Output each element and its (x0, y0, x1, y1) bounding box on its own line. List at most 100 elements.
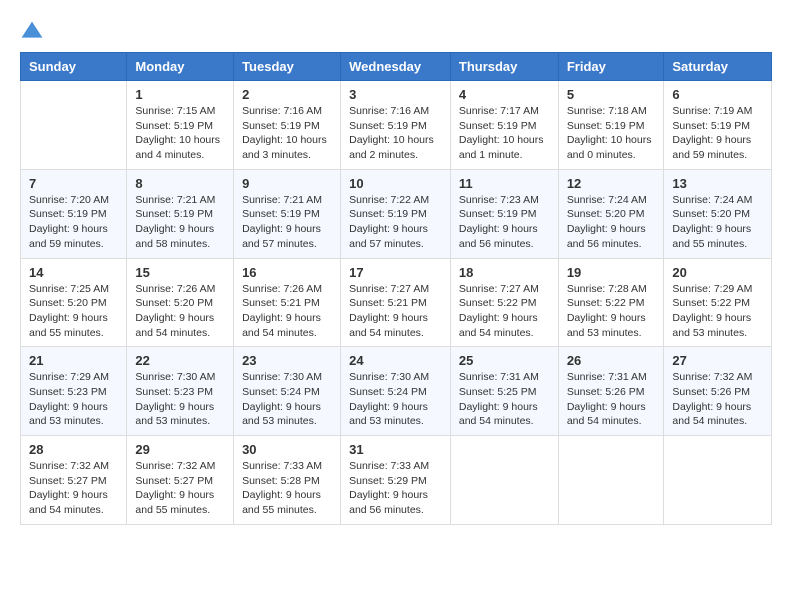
day-number: 31 (349, 442, 442, 457)
calendar-cell: 31Sunrise: 7:33 AMSunset: 5:29 PMDayligh… (341, 436, 451, 525)
day-number: 5 (567, 87, 656, 102)
weekday-header-friday: Friday (558, 53, 664, 81)
day-number: 20 (672, 265, 763, 280)
day-info: Sunrise: 7:26 AMSunset: 5:21 PMDaylight:… (242, 282, 332, 341)
calendar-cell: 5 Sunrise: 7:18 AMSunset: 5:19 PMDaylight… (558, 81, 664, 170)
day-number: 16 (242, 265, 332, 280)
calendar-cell: 26Sunrise: 7:31 AMSunset: 5:26 PMDayligh… (558, 347, 664, 436)
calendar-cell: 1 Sunrise: 7:15 AMSunset: 5:19 PMDaylight… (127, 81, 234, 170)
calendar-cell: 4 Sunrise: 7:17 AMSunset: 5:19 PMDaylight… (450, 81, 558, 170)
calendar-cell: 19 Sunrise: 7:28 AMSunset: 5:22 PMDayligh… (558, 258, 664, 347)
calendar-cell: 27Sunrise: 7:32 AMSunset: 5:26 PMDayligh… (664, 347, 772, 436)
day-info: Sunrise: 7:32 AMSunset: 5:27 PMDaylight:… (135, 459, 225, 518)
day-number: 23 (242, 353, 332, 368)
calendar-cell: 16 Sunrise: 7:26 AMSunset: 5:21 PMDayligh… (234, 258, 341, 347)
day-number: 19 (567, 265, 656, 280)
day-number: 15 (135, 265, 225, 280)
day-number: 29 (135, 442, 225, 457)
weekday-header-saturday: Saturday (664, 53, 772, 81)
calendar-cell: 9 Sunrise: 7:21 AMSunset: 5:19 PMDaylight… (234, 169, 341, 258)
weekday-header-wednesday: Wednesday (341, 53, 451, 81)
day-info: Sunrise: 7:32 AMSunset: 5:27 PMDaylight:… (29, 459, 118, 518)
day-info: Sunrise: 7:30 AMSunset: 5:24 PMDaylight:… (242, 370, 332, 429)
weekday-header-sunday: Sunday (21, 53, 127, 81)
calendar-cell (664, 436, 772, 525)
day-number: 3 (349, 87, 442, 102)
calendar-week-row: 7Sunrise: 7:20 AMSunset: 5:19 PMDaylight… (21, 169, 772, 258)
calendar-cell: 20 Sunrise: 7:29 AMSunset: 5:22 PMDayligh… (664, 258, 772, 347)
day-number: 22 (135, 353, 225, 368)
day-number: 21 (29, 353, 118, 368)
day-number: 1 (135, 87, 225, 102)
calendar-cell: 2 Sunrise: 7:16 AMSunset: 5:19 PMDaylight… (234, 81, 341, 170)
day-info: Sunrise: 7:29 AMSunset: 5:23 PMDaylight:… (29, 370, 118, 429)
day-info: Sunrise: 7:22 AMSunset: 5:19 PMDaylight:… (349, 193, 442, 252)
day-info: Sunrise: 7:24 AMSunset: 5:20 PMDaylight:… (567, 193, 656, 252)
day-number: 24 (349, 353, 442, 368)
day-number: 17 (349, 265, 442, 280)
day-info: Sunrise: 7:27 AMSunset: 5:21 PMDaylight:… (349, 282, 442, 341)
day-number: 9 (242, 176, 332, 191)
day-number: 14 (29, 265, 118, 280)
day-info: Sunrise: 7:33 AMSunset: 5:28 PMDaylight:… (242, 459, 332, 518)
day-info: Sunrise: 7:15 AMSunset: 5:19 PMDaylight:… (135, 104, 225, 163)
day-info: Sunrise: 7:24 AMSunset: 5:20 PMDaylight:… (672, 193, 763, 252)
day-info: Sunrise: 7:16 AMSunset: 5:19 PMDaylight:… (242, 104, 332, 163)
day-info: Sunrise: 7:30 AMSunset: 5:24 PMDaylight:… (349, 370, 442, 429)
calendar-cell: 22 Sunrise: 7:30 AMSunset: 5:23 PMDayligh… (127, 347, 234, 436)
weekday-header-monday: Monday (127, 53, 234, 81)
day-info: Sunrise: 7:29 AMSunset: 5:22 PMDaylight:… (672, 282, 763, 341)
day-info: Sunrise: 7:19 AMSunset: 5:19 PMDaylight:… (672, 104, 763, 163)
calendar-table: SundayMondayTuesdayWednesdayThursdayFrid… (20, 52, 772, 525)
calendar-week-row: 14 Sunrise: 7:25 AMSunset: 5:20 PMDayligh… (21, 258, 772, 347)
day-number: 7 (29, 176, 118, 191)
day-number: 12 (567, 176, 656, 191)
calendar-cell: 24 Sunrise: 7:30 AMSunset: 5:24 PMDayligh… (341, 347, 451, 436)
day-info: Sunrise: 7:26 AMSunset: 5:20 PMDaylight:… (135, 282, 225, 341)
day-info: Sunrise: 7:16 AMSunset: 5:19 PMDaylight:… (349, 104, 442, 163)
day-number: 28 (29, 442, 118, 457)
calendar-header: SundayMondayTuesdayWednesdayThursdayFrid… (21, 53, 772, 81)
calendar-cell: 13Sunrise: 7:24 AMSunset: 5:20 PMDayligh… (664, 169, 772, 258)
day-info: Sunrise: 7:21 AMSunset: 5:19 PMDaylight:… (242, 193, 332, 252)
generalblue-logo-icon (20, 20, 44, 44)
weekday-header-thursday: Thursday (450, 53, 558, 81)
day-number: 2 (242, 87, 332, 102)
calendar-cell: 15 Sunrise: 7:26 AMSunset: 5:20 PMDayligh… (127, 258, 234, 347)
weekday-header-tuesday: Tuesday (234, 53, 341, 81)
calendar-week-row: 21 Sunrise: 7:29 AMSunset: 5:23 PMDayligh… (21, 347, 772, 436)
day-number: 6 (672, 87, 763, 102)
calendar-cell (558, 436, 664, 525)
calendar-cell: 29 Sunrise: 7:32 AMSunset: 5:27 PMDayligh… (127, 436, 234, 525)
calendar-cell: 17 Sunrise: 7:27 AMSunset: 5:21 PMDayligh… (341, 258, 451, 347)
calendar-cell: 25Sunrise: 7:31 AMSunset: 5:25 PMDayligh… (450, 347, 558, 436)
logo (20, 20, 48, 44)
day-info: Sunrise: 7:17 AMSunset: 5:19 PMDaylight:… (459, 104, 550, 163)
day-number: 25 (459, 353, 550, 368)
calendar-cell: 23 Sunrise: 7:30 AMSunset: 5:24 PMDayligh… (234, 347, 341, 436)
calendar-cell (21, 81, 127, 170)
page-header (20, 20, 772, 44)
calendar-cell (450, 436, 558, 525)
day-number: 11 (459, 176, 550, 191)
day-info: Sunrise: 7:32 AMSunset: 5:26 PMDaylight:… (672, 370, 763, 429)
calendar-cell: 21 Sunrise: 7:29 AMSunset: 5:23 PMDayligh… (21, 347, 127, 436)
day-info: Sunrise: 7:31 AMSunset: 5:26 PMDaylight:… (567, 370, 656, 429)
day-info: Sunrise: 7:21 AMSunset: 5:19 PMDaylight:… (135, 193, 225, 252)
day-info: Sunrise: 7:30 AMSunset: 5:23 PMDaylight:… (135, 370, 225, 429)
calendar-cell: 3 Sunrise: 7:16 AMSunset: 5:19 PMDaylight… (341, 81, 451, 170)
calendar-cell: 6 Sunrise: 7:19 AMSunset: 5:19 PMDaylight… (664, 81, 772, 170)
day-info: Sunrise: 7:28 AMSunset: 5:22 PMDaylight:… (567, 282, 656, 341)
day-number: 30 (242, 442, 332, 457)
calendar-cell: 7Sunrise: 7:20 AMSunset: 5:19 PMDaylight… (21, 169, 127, 258)
calendar-body: 1 Sunrise: 7:15 AMSunset: 5:19 PMDaylight… (21, 81, 772, 525)
day-info: Sunrise: 7:18 AMSunset: 5:19 PMDaylight:… (567, 104, 656, 163)
calendar-cell: 28 Sunrise: 7:32 AMSunset: 5:27 PMDayligh… (21, 436, 127, 525)
calendar-week-row: 28 Sunrise: 7:32 AMSunset: 5:27 PMDayligh… (21, 436, 772, 525)
calendar-cell: 12 Sunrise: 7:24 AMSunset: 5:20 PMDayligh… (558, 169, 664, 258)
day-number: 8 (135, 176, 225, 191)
calendar-cell: 11Sunrise: 7:23 AMSunset: 5:19 PMDayligh… (450, 169, 558, 258)
day-info: Sunrise: 7:25 AMSunset: 5:20 PMDaylight:… (29, 282, 118, 341)
day-number: 18 (459, 265, 550, 280)
day-number: 4 (459, 87, 550, 102)
